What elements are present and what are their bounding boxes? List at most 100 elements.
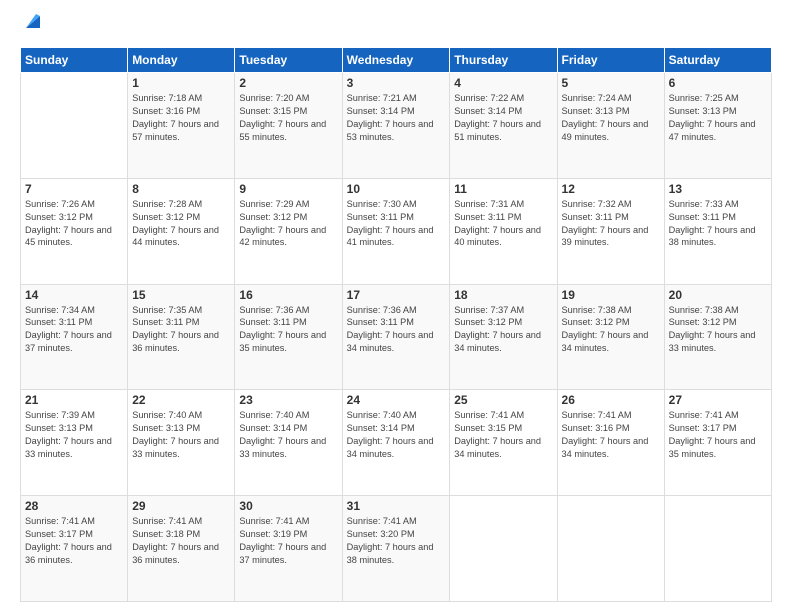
weekday-header-thursday: Thursday bbox=[450, 48, 557, 73]
calendar-cell: 10 Sunrise: 7:30 AMSunset: 3:11 PMDayligh… bbox=[342, 178, 450, 284]
cell-sun-info: Sunrise: 7:28 AMSunset: 3:12 PMDaylight:… bbox=[132, 198, 230, 250]
week-row-1: 7Sunrise: 7:26 AMSunset: 3:12 PMDaylight… bbox=[21, 178, 772, 284]
day-number: 29 bbox=[132, 499, 230, 513]
cell-sun-info: Sunrise: 7:37 AMSunset: 3:12 PMDaylight:… bbox=[454, 304, 552, 356]
weekday-header-wednesday: Wednesday bbox=[342, 48, 450, 73]
calendar-cell: 15Sunrise: 7:35 AMSunset: 3:11 PMDayligh… bbox=[128, 284, 235, 390]
calendar-page: SundayMondayTuesdayWednesdayThursdayFrid… bbox=[0, 0, 792, 612]
day-number: 25 bbox=[454, 393, 552, 407]
cell-sun-info: Sunrise: 7:41 AMSunset: 3:19 PMDaylight:… bbox=[239, 515, 337, 567]
calendar-cell: 4Sunrise: 7:22 AMSunset: 3:14 PMDaylight… bbox=[450, 73, 557, 179]
day-number: 8 bbox=[132, 182, 230, 196]
calendar-cell: 17Sunrise: 7:36 AMSunset: 3:11 PMDayligh… bbox=[342, 284, 450, 390]
logo bbox=[20, 18, 44, 37]
day-number: 3 bbox=[347, 76, 446, 90]
day-number: 22 bbox=[132, 393, 230, 407]
calendar-cell: 29 Sunrise: 7:41 AMSunset: 3:18 PMDayligh… bbox=[128, 496, 235, 602]
cell-sun-info: Sunrise: 7:38 AMSunset: 3:12 PMDaylight:… bbox=[669, 304, 767, 356]
cell-sun-info: Sunrise: 7:41 AMSunset: 3:20 PMDaylight:… bbox=[347, 515, 446, 567]
calendar-cell: 1 Sunrise: 7:18 AMSunset: 3:16 PMDaylight… bbox=[128, 73, 235, 179]
calendar-cell: 3 Sunrise: 7:21 AMSunset: 3:14 PMDaylight… bbox=[342, 73, 450, 179]
week-row-0: 1 Sunrise: 7:18 AMSunset: 3:16 PMDaylight… bbox=[21, 73, 772, 179]
calendar-cell: 30 Sunrise: 7:41 AMSunset: 3:19 PMDayligh… bbox=[235, 496, 342, 602]
weekday-header-tuesday: Tuesday bbox=[235, 48, 342, 73]
day-number: 11 bbox=[454, 182, 552, 196]
calendar-cell: 13 Sunrise: 7:33 AMSunset: 3:11 PMDayligh… bbox=[664, 178, 771, 284]
calendar-cell: 31 Sunrise: 7:41 AMSunset: 3:20 PMDayligh… bbox=[342, 496, 450, 602]
cell-sun-info: Sunrise: 7:26 AMSunset: 3:12 PMDaylight:… bbox=[25, 198, 123, 250]
day-number: 16 bbox=[239, 288, 337, 302]
logo-icon bbox=[22, 10, 44, 37]
week-row-4: 28 Sunrise: 7:41 AMSunset: 3:17 PMDayligh… bbox=[21, 496, 772, 602]
calendar-table: SundayMondayTuesdayWednesdayThursdayFrid… bbox=[20, 47, 772, 602]
cell-sun-info: Sunrise: 7:40 AMSunset: 3:14 PMDaylight:… bbox=[347, 409, 446, 461]
day-number: 28 bbox=[25, 499, 123, 513]
calendar-cell: 28 Sunrise: 7:41 AMSunset: 3:17 PMDayligh… bbox=[21, 496, 128, 602]
cell-sun-info: Sunrise: 7:31 AMSunset: 3:11 PMDaylight:… bbox=[454, 198, 552, 250]
day-number: 5 bbox=[562, 76, 660, 90]
cell-sun-info: Sunrise: 7:39 AMSunset: 3:13 PMDaylight:… bbox=[25, 409, 123, 461]
calendar-cell: 20 Sunrise: 7:38 AMSunset: 3:12 PMDayligh… bbox=[664, 284, 771, 390]
calendar-cell: 11 Sunrise: 7:31 AMSunset: 3:11 PMDayligh… bbox=[450, 178, 557, 284]
calendar-cell: 14 Sunrise: 7:34 AMSunset: 3:11 PMDayligh… bbox=[21, 284, 128, 390]
day-number: 14 bbox=[25, 288, 123, 302]
day-number: 15 bbox=[132, 288, 230, 302]
calendar-cell: 25 Sunrise: 7:41 AMSunset: 3:15 PMDayligh… bbox=[450, 390, 557, 496]
header bbox=[20, 18, 772, 37]
cell-sun-info: Sunrise: 7:40 AMSunset: 3:14 PMDaylight:… bbox=[239, 409, 337, 461]
day-number: 10 bbox=[347, 182, 446, 196]
day-number: 13 bbox=[669, 182, 767, 196]
cell-sun-info: Sunrise: 7:21 AMSunset: 3:14 PMDaylight:… bbox=[347, 92, 446, 144]
day-number: 21 bbox=[25, 393, 123, 407]
calendar-cell: 27Sunrise: 7:41 AMSunset: 3:17 PMDayligh… bbox=[664, 390, 771, 496]
cell-sun-info: Sunrise: 7:38 AMSunset: 3:12 PMDaylight:… bbox=[562, 304, 660, 356]
calendar-cell bbox=[664, 496, 771, 602]
cell-sun-info: Sunrise: 7:29 AMSunset: 3:12 PMDaylight:… bbox=[239, 198, 337, 250]
calendar-cell: 22Sunrise: 7:40 AMSunset: 3:13 PMDayligh… bbox=[128, 390, 235, 496]
calendar-body: 1 Sunrise: 7:18 AMSunset: 3:16 PMDaylight… bbox=[21, 73, 772, 602]
day-number: 30 bbox=[239, 499, 337, 513]
day-number: 20 bbox=[669, 288, 767, 302]
calendar-cell bbox=[557, 496, 664, 602]
calendar-cell: 9 Sunrise: 7:29 AMSunset: 3:12 PMDaylight… bbox=[235, 178, 342, 284]
calendar-cell: 23Sunrise: 7:40 AMSunset: 3:14 PMDayligh… bbox=[235, 390, 342, 496]
cell-sun-info: Sunrise: 7:24 AMSunset: 3:13 PMDaylight:… bbox=[562, 92, 660, 144]
calendar-cell bbox=[450, 496, 557, 602]
day-number: 18 bbox=[454, 288, 552, 302]
day-number: 19 bbox=[562, 288, 660, 302]
calendar-cell: 5 Sunrise: 7:24 AMSunset: 3:13 PMDaylight… bbox=[557, 73, 664, 179]
calendar-header: SundayMondayTuesdayWednesdayThursdayFrid… bbox=[21, 48, 772, 73]
cell-sun-info: Sunrise: 7:41 AMSunset: 3:15 PMDaylight:… bbox=[454, 409, 552, 461]
cell-sun-info: Sunrise: 7:41 AMSunset: 3:17 PMDaylight:… bbox=[25, 515, 123, 567]
calendar-cell: 16 Sunrise: 7:36 AMSunset: 3:11 PMDayligh… bbox=[235, 284, 342, 390]
calendar-cell: 8 Sunrise: 7:28 AMSunset: 3:12 PMDaylight… bbox=[128, 178, 235, 284]
day-number: 6 bbox=[669, 76, 767, 90]
calendar-cell: 18 Sunrise: 7:37 AMSunset: 3:12 PMDayligh… bbox=[450, 284, 557, 390]
week-row-3: 21 Sunrise: 7:39 AMSunset: 3:13 PMDayligh… bbox=[21, 390, 772, 496]
calendar-cell bbox=[21, 73, 128, 179]
day-number: 17 bbox=[347, 288, 446, 302]
calendar-cell: 7Sunrise: 7:26 AMSunset: 3:12 PMDaylight… bbox=[21, 178, 128, 284]
day-number: 1 bbox=[132, 76, 230, 90]
calendar-cell: 6 Sunrise: 7:25 AMSunset: 3:13 PMDaylight… bbox=[664, 73, 771, 179]
cell-sun-info: Sunrise: 7:18 AMSunset: 3:16 PMDaylight:… bbox=[132, 92, 230, 144]
day-number: 26 bbox=[562, 393, 660, 407]
week-row-2: 14 Sunrise: 7:34 AMSunset: 3:11 PMDayligh… bbox=[21, 284, 772, 390]
day-number: 31 bbox=[347, 499, 446, 513]
calendar-cell: 24Sunrise: 7:40 AMSunset: 3:14 PMDayligh… bbox=[342, 390, 450, 496]
day-number: 9 bbox=[239, 182, 337, 196]
calendar-cell: 12Sunrise: 7:32 AMSunset: 3:11 PMDayligh… bbox=[557, 178, 664, 284]
weekday-header-sunday: Sunday bbox=[21, 48, 128, 73]
calendar-cell: 19 Sunrise: 7:38 AMSunset: 3:12 PMDayligh… bbox=[557, 284, 664, 390]
cell-sun-info: Sunrise: 7:20 AMSunset: 3:15 PMDaylight:… bbox=[239, 92, 337, 144]
cell-sun-info: Sunrise: 7:41 AMSunset: 3:16 PMDaylight:… bbox=[562, 409, 660, 461]
cell-sun-info: Sunrise: 7:25 AMSunset: 3:13 PMDaylight:… bbox=[669, 92, 767, 144]
weekday-header-saturday: Saturday bbox=[664, 48, 771, 73]
cell-sun-info: Sunrise: 7:32 AMSunset: 3:11 PMDaylight:… bbox=[562, 198, 660, 250]
cell-sun-info: Sunrise: 7:36 AMSunset: 3:11 PMDaylight:… bbox=[239, 304, 337, 356]
weekday-header-monday: Monday bbox=[128, 48, 235, 73]
cell-sun-info: Sunrise: 7:34 AMSunset: 3:11 PMDaylight:… bbox=[25, 304, 123, 356]
cell-sun-info: Sunrise: 7:30 AMSunset: 3:11 PMDaylight:… bbox=[347, 198, 446, 250]
cell-sun-info: Sunrise: 7:41 AMSunset: 3:18 PMDaylight:… bbox=[132, 515, 230, 567]
cell-sun-info: Sunrise: 7:33 AMSunset: 3:11 PMDaylight:… bbox=[669, 198, 767, 250]
